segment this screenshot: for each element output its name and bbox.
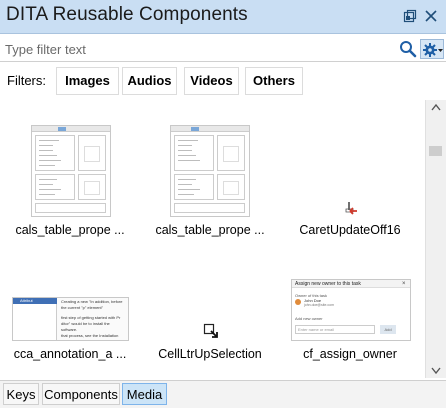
cell-selection-icon: [203, 323, 219, 339]
add-button: Add: [380, 325, 396, 334]
tab-components[interactable]: Components: [42, 383, 120, 405]
media-item[interactable]: CaretUpdateOff16: [280, 100, 420, 240]
filter-input[interactable]: [2, 38, 396, 60]
media-item[interactable]: cals_table_prope ...: [140, 100, 280, 240]
media-item-label: cals_table_prope ...: [155, 223, 265, 237]
media-item-label: cf_assign_owner: [303, 347, 397, 361]
media-thumbnail: Attribut Creating a new "In addition, be…: [12, 297, 129, 341]
media-thumbnail: [31, 125, 111, 217]
media-item[interactable]: Assign new owner to this task × Owner of…: [280, 250, 420, 378]
gear-icon: [423, 43, 443, 57]
close-icon[interactable]: [424, 9, 438, 23]
annotation-line-4: that process, see the Installation: [61, 333, 119, 338]
add-owner-label: Add new owner: [295, 316, 323, 321]
annotation-line-3: ditor" would be to install the software.: [61, 321, 110, 332]
tab-components-label: Components: [44, 387, 118, 402]
vertical-scrollbar[interactable]: [425, 100, 446, 378]
filter-images-button[interactable]: Images: [56, 67, 119, 95]
filters-label: Filters:: [7, 73, 46, 88]
dialog-title: Assign new owner to this task: [295, 281, 361, 287]
scrollbar-thumb[interactable]: [429, 146, 442, 156]
media-thumbnail: [170, 125, 250, 217]
owner-input: Enter name or email: [295, 325, 375, 334]
bottom-tab-bar: Keys Components Media: [0, 380, 446, 408]
caret-update-icon: [344, 201, 358, 215]
tab-keys-label: Keys: [6, 387, 36, 402]
restore-icon[interactable]: [403, 9, 417, 23]
media-item-label: CaretUpdateOff16: [299, 223, 401, 237]
filter-audios-button[interactable]: Audios: [122, 67, 177, 95]
tab-media[interactable]: Media: [122, 383, 167, 405]
settings-dropdown-button[interactable]: [420, 39, 444, 59]
media-item[interactable]: cals_table_prope ...: [0, 100, 140, 240]
avatar: [295, 299, 301, 305]
media-item[interactable]: Attribut Creating a new "In addition, be…: [0, 250, 140, 378]
annotation-line-1: Creating a new "In addition, before the …: [61, 299, 123, 310]
media-item-label: cca_annotation_a ...: [13, 347, 127, 361]
media-item-label: CellLtrUpSelection: [158, 347, 262, 361]
scroll-down-icon[interactable]: [426, 362, 446, 378]
title-bar: DITA Reusable Components: [0, 0, 446, 34]
filter-others-button[interactable]: Others: [245, 67, 303, 95]
filter-row: [0, 36, 446, 62]
scroll-up-icon[interactable]: [426, 100, 446, 116]
media-thumbnail: Assign new owner to this task × Owner of…: [291, 279, 411, 341]
media-item-label: cals_table_prope ...: [15, 223, 125, 237]
tab-keys[interactable]: Keys: [3, 383, 39, 405]
media-grid: cals_table_prope ... cals_table_prope ..…: [0, 100, 425, 378]
annotation-header: Attribut: [20, 298, 33, 303]
media-item[interactable]: CellLtrUpSelection: [140, 250, 280, 378]
window-title: DITA Reusable Components: [6, 4, 248, 25]
filters-bar: Filters: Images Audios Videos Others: [0, 62, 446, 100]
owner-email: john.doe@site.com: [304, 303, 335, 307]
filter-videos-button[interactable]: Videos: [184, 67, 239, 95]
tab-media-label: Media: [126, 387, 163, 402]
search-icon[interactable]: [399, 40, 417, 58]
